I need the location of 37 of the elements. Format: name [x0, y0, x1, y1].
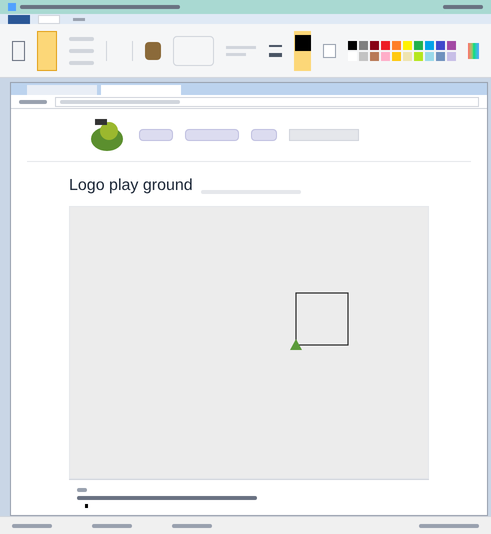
palette-color[interactable] — [414, 52, 424, 60]
nav-tab[interactable] — [139, 129, 173, 141]
palette-color[interactable] — [447, 52, 456, 60]
nav-tab[interactable] — [185, 129, 239, 141]
palette-color[interactable] — [359, 40, 368, 50]
palette-color[interactable] — [425, 52, 434, 60]
palette-color[interactable] — [436, 40, 446, 50]
palette-color[interactable] — [348, 52, 358, 60]
app-icon — [8, 3, 16, 11]
palette-color[interactable] — [370, 52, 380, 60]
palette-color[interactable] — [381, 52, 390, 60]
palette-color[interactable] — [425, 40, 434, 50]
palette-color[interactable] — [381, 40, 390, 50]
palette-color[interactable] — [392, 40, 402, 50]
secondary-color-swatch[interactable] — [323, 44, 336, 58]
palette-color[interactable] — [447, 40, 456, 50]
select-tool[interactable] — [36, 30, 57, 70]
address-bar[interactable] — [55, 96, 479, 106]
primary-color-swatch[interactable] — [294, 30, 312, 70]
cursor-icon — [85, 504, 88, 508]
palette-color[interactable] — [370, 40, 380, 50]
page-heading: Logo play ground — [69, 178, 193, 194]
edit-colors-icon[interactable] — [468, 42, 479, 58]
palette-color[interactable] — [403, 40, 412, 50]
ribbon-tab[interactable] — [38, 15, 60, 24]
language-select[interactable] — [289, 129, 359, 141]
nav-tab[interactable] — [251, 129, 277, 141]
size-icon[interactable] — [268, 44, 282, 56]
palette-color[interactable] — [403, 52, 412, 60]
browser-tab[interactable] — [101, 85, 181, 95]
palette-color[interactable] — [414, 40, 424, 50]
palette-color[interactable] — [359, 52, 368, 60]
file-menu-button[interactable] — [8, 15, 30, 24]
palette-color[interactable] — [436, 52, 446, 60]
browser-tab[interactable] — [27, 85, 97, 95]
palette-color[interactable] — [348, 40, 358, 50]
palette-color[interactable] — [392, 52, 402, 60]
